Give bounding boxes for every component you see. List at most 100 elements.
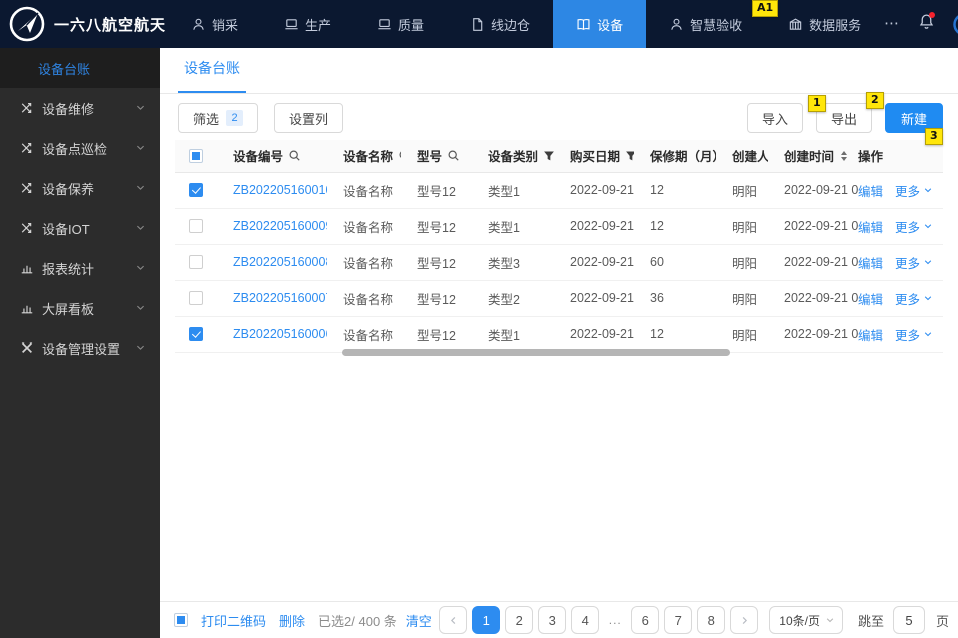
sidebar-item-dashboard-screen[interactable]: 大屏看板 bbox=[0, 288, 160, 328]
page-button-1[interactable]: 1 bbox=[472, 606, 501, 634]
page-button-6[interactable]: 6 bbox=[631, 606, 660, 634]
filter-button[interactable]: 筛选 2 bbox=[178, 103, 259, 133]
page-button-8[interactable]: 8 bbox=[697, 606, 726, 634]
search-icon[interactable] bbox=[288, 149, 301, 162]
nav-item-label: 智慧验收 bbox=[690, 17, 743, 33]
jump-page-input[interactable] bbox=[892, 606, 925, 634]
sidebar-item-label: 设备点巡检 bbox=[42, 141, 108, 157]
cell-creator: 明阳 bbox=[732, 328, 758, 343]
nav-item-smart-acceptance[interactable]: 智慧验收 bbox=[646, 0, 765, 48]
row-checkbox[interactable] bbox=[189, 219, 203, 234]
row-checkbox[interactable] bbox=[189, 183, 203, 198]
more-label: 更多 bbox=[895, 220, 921, 235]
nav-item-production[interactable]: 生产 bbox=[261, 0, 354, 48]
delete-link[interactable]: 删除 bbox=[279, 611, 305, 630]
brand-name: 一六八航空航天 bbox=[54, 16, 167, 34]
more-dropdown[interactable]: 更多 bbox=[895, 325, 933, 344]
nav-item-equipment[interactable]: 设备 bbox=[553, 0, 647, 48]
sidebar-item-equipment-iot[interactable]: 设备IOT bbox=[0, 208, 160, 248]
equipment-code-link[interactable]: ZB202205160008 bbox=[233, 255, 327, 269]
equipment-code-link[interactable]: ZB202205160007 bbox=[233, 291, 327, 305]
row-checkbox[interactable] bbox=[189, 291, 203, 306]
clear-selection-link[interactable]: 清空 bbox=[406, 611, 432, 630]
user-icon bbox=[193, 18, 204, 30]
notification-bell[interactable] bbox=[918, 12, 936, 35]
page-ellipsis[interactable]: ... bbox=[604, 613, 626, 627]
import-button[interactable]: 导入 bbox=[746, 103, 803, 133]
nav-item-sales[interactable]: 销采 bbox=[168, 0, 261, 48]
print-qrcode-link[interactable]: 打印二维码 bbox=[201, 611, 266, 630]
crossed-tools-icon bbox=[21, 143, 32, 153]
more-dropdown[interactable]: 更多 bbox=[895, 181, 933, 200]
chevron-down-icon bbox=[135, 301, 146, 316]
filter-count-badge: 2 bbox=[226, 110, 244, 126]
nav-item-label: 线边仓 bbox=[491, 17, 531, 33]
page-button-7[interactable]: 7 bbox=[664, 606, 693, 634]
header-buy-date: 购买日期 bbox=[570, 150, 621, 165]
sidebar-item-equipment-maintenance[interactable]: 设备保养 bbox=[0, 168, 160, 208]
sidebar-item-label: 设备保养 bbox=[42, 181, 95, 197]
edit-link[interactable]: 编辑 bbox=[858, 293, 883, 307]
annotation-marker-3: 3 bbox=[925, 128, 943, 145]
filter-funnel-icon[interactable] bbox=[543, 150, 554, 162]
edit-link[interactable]: 编辑 bbox=[858, 257, 883, 271]
sidebar-item-equipment-settings[interactable]: 设备管理设置 bbox=[0, 328, 160, 368]
tab-equipment-ledger[interactable]: 设备台账 bbox=[178, 58, 246, 93]
edit-link[interactable]: 编辑 bbox=[858, 221, 883, 235]
more-dropdown[interactable]: 更多 bbox=[895, 217, 933, 236]
tab-bar: 设备台账 bbox=[160, 48, 958, 94]
page-size-value: 10条/页 bbox=[779, 613, 820, 628]
equipment-code-link[interactable]: ZB202205160010 bbox=[233, 183, 327, 197]
search-icon[interactable] bbox=[398, 149, 401, 162]
cell-buy-date: 2022-09-21 bbox=[570, 255, 634, 269]
nav-item-lineside-warehouse[interactable]: 线边仓 bbox=[447, 0, 553, 48]
nav-item-quality[interactable]: 质量 bbox=[354, 0, 447, 48]
chevron-down-icon bbox=[135, 181, 146, 196]
sidebar-item-equipment-ledger[interactable]: 设备台账 bbox=[0, 48, 160, 88]
search-icon[interactable] bbox=[447, 149, 460, 162]
page-button-4[interactable]: 4 bbox=[571, 606, 600, 634]
chevron-down-icon bbox=[924, 188, 932, 193]
set-columns-button[interactable]: 设置列 bbox=[274, 103, 344, 133]
footer-select-all-checkbox[interactable] bbox=[174, 613, 188, 627]
sidebar-item-equipment-inspection[interactable]: 设备点巡检 bbox=[0, 128, 160, 168]
filter-funnel-icon[interactable] bbox=[625, 150, 634, 162]
more-menu-icon[interactable]: ⋯ bbox=[884, 16, 901, 31]
page-size-select[interactable]: 10条/页 bbox=[769, 606, 843, 634]
cell-name: 设备名称 bbox=[343, 184, 394, 199]
more-dropdown[interactable]: 更多 bbox=[895, 289, 933, 308]
footer-bar: 打印二维码 删除 已选2/ 400 条 清空 1 2 3 4 ... 6 7 8… bbox=[160, 601, 958, 638]
equipment-code-link[interactable]: ZB202205160006 bbox=[233, 327, 327, 341]
cell-model: 型号12 bbox=[417, 328, 456, 343]
row-checkbox[interactable] bbox=[189, 327, 203, 342]
equipment-code-link[interactable]: ZB202205160009 bbox=[233, 219, 327, 233]
pagination: 1 2 3 4 ... 6 7 8 10条/页 跳至 页 bbox=[439, 606, 949, 634]
cell-warranty: 36 bbox=[650, 291, 664, 305]
horizontal-scrollbar[interactable] bbox=[342, 349, 730, 356]
sidebar-item-report-statistics[interactable]: 报表统计 bbox=[0, 248, 160, 288]
sort-icon[interactable] bbox=[841, 150, 848, 161]
laptop-icon bbox=[378, 18, 391, 29]
user-icon bbox=[671, 18, 682, 30]
prev-page-button[interactable] bbox=[439, 606, 468, 634]
table-row: ZB202205160010 设备名称 型号12 类型1 2022-09-21 … bbox=[175, 172, 943, 209]
cell-name: 设备名称 bbox=[343, 292, 394, 307]
table-row: ZB202205160007 设备名称 型号12 类型2 2022-09-21 … bbox=[175, 280, 943, 317]
nav-item-data-service[interactable]: 数据服务 bbox=[765, 0, 884, 48]
chevron-down-icon bbox=[924, 224, 932, 229]
next-page-button[interactable] bbox=[730, 606, 759, 634]
row-checkbox[interactable] bbox=[189, 255, 203, 270]
user-menu[interactable]: 吴东阳 bbox=[952, 0, 958, 53]
select-all-checkbox[interactable] bbox=[189, 149, 203, 164]
toolbar-right: 导入 导出 新建 bbox=[746, 103, 943, 133]
page-button-2[interactable]: 2 bbox=[505, 606, 534, 634]
more-dropdown[interactable]: 更多 bbox=[895, 253, 933, 272]
cell-buy-date: 2022-09-21 bbox=[570, 291, 634, 305]
edit-link[interactable]: 编辑 bbox=[858, 185, 883, 199]
crossed-tools-icon bbox=[21, 103, 32, 113]
page-button-3[interactable]: 3 bbox=[538, 606, 567, 634]
table-row: ZB202205160008 设备名称 型号12 类型3 2022-09-21 … bbox=[175, 244, 943, 281]
table-header-row: 设备编号 设备名称 型号 设备类别 购买日期 保修期（月） 创建人 创建时间 bbox=[175, 140, 943, 173]
edit-link[interactable]: 编辑 bbox=[858, 329, 883, 343]
sidebar-item-equipment-repair[interactable]: 设备维修 bbox=[0, 88, 160, 128]
